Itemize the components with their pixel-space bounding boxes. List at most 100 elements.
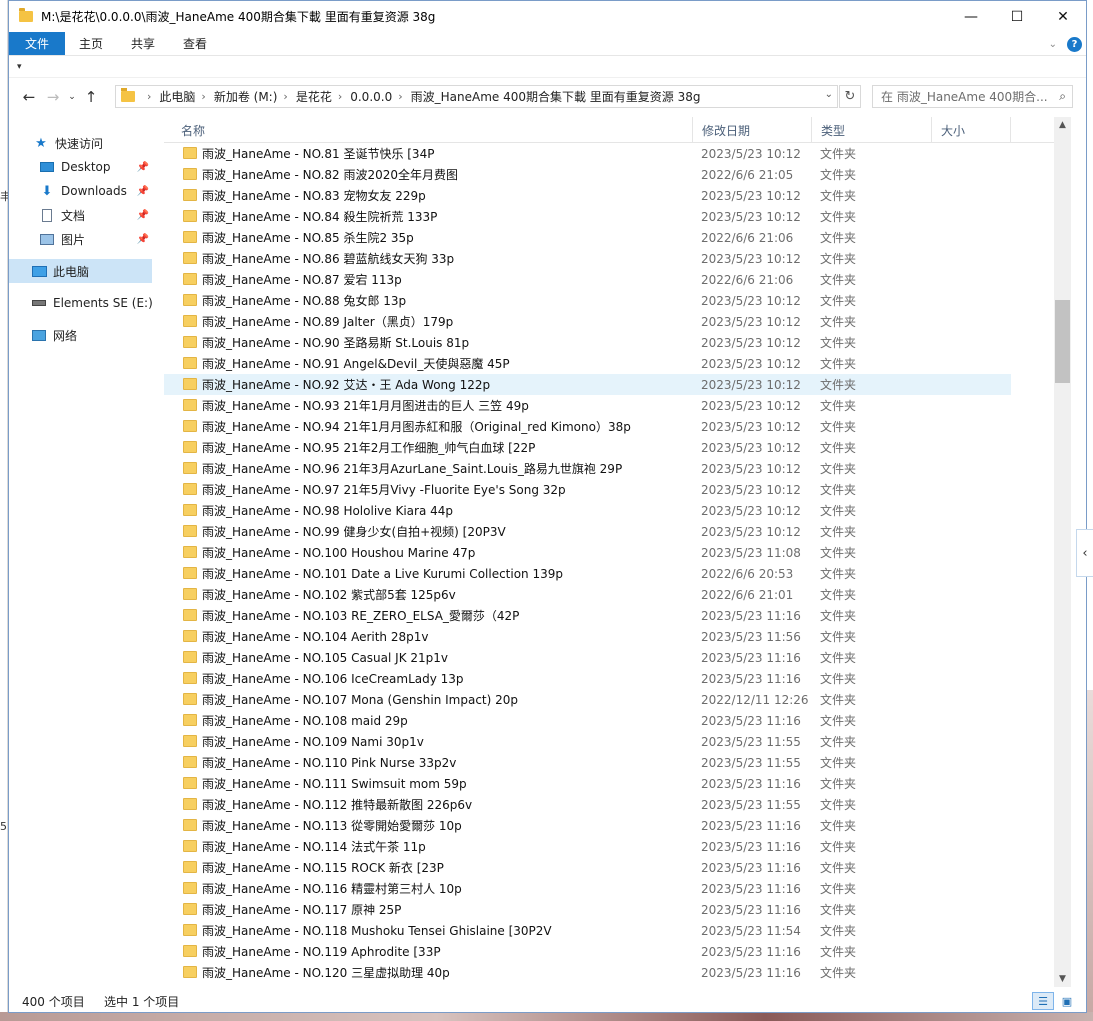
file-name[interactable]: 雨波_HaneAme - NO.100 Houshou Marine 47p: [202, 544, 475, 561]
table-row[interactable]: 雨波_HaneAme - NO.112 推特最新散图 226p6v 2023/5/…: [164, 794, 1054, 815]
file-name[interactable]: 雨波_HaneAme - NO.115 ROCK 新衣 [23P: [202, 859, 444, 876]
file-name[interactable]: 雨波_HaneAme - NO.85 杀生院2 35p: [202, 229, 414, 246]
breadcrumb-separator-icon[interactable]: ›: [398, 90, 402, 103]
pin-icon[interactable]: 📌: [137, 186, 149, 197]
table-row[interactable]: 雨波_HaneAme - NO.101 Date a Live Kurumi C…: [164, 563, 1054, 584]
table-row[interactable]: 雨波_HaneAme - NO.88 兔女郎 13p 2023/5/23 10:1…: [164, 290, 1054, 311]
file-name[interactable]: 雨波_HaneAme - NO.110 Pink Nurse 33p2v: [202, 754, 456, 771]
table-row[interactable]: 雨波_HaneAme - NO.117 原神 25P 2023/5/23 11:1…: [164, 899, 1054, 920]
table-row[interactable]: 雨波_HaneAme - NO.108 maid 29p 2023/5/23 11…: [164, 710, 1054, 731]
file-name[interactable]: 雨波_HaneAme - NO.108 maid 29p: [202, 712, 408, 729]
file-name[interactable]: 雨波_HaneAme - NO.83 宠物女友 229p: [202, 187, 426, 204]
table-row[interactable]: 雨波_HaneAme - NO.85 杀生院2 35p 2022/6/6 21:0…: [164, 227, 1054, 248]
nav-network[interactable]: 网络: [31, 323, 147, 347]
breadcrumb-separator-icon[interactable]: ›: [201, 90, 205, 103]
table-row[interactable]: 雨波_HaneAme - NO.109 Nami 30p1v 2023/5/23 …: [164, 731, 1054, 752]
file-name[interactable]: 雨波_HaneAme - NO.92 艾达・王 Ada Wong 122p: [202, 376, 490, 393]
file-name[interactable]: 雨波_HaneAme - NO.116 精靈村第三村人 10p: [202, 880, 462, 897]
expand-ribbon-chevron-icon[interactable]: ⌄: [1049, 39, 1057, 50]
address-dropdown-icon[interactable]: ⌄: [825, 89, 833, 100]
large-icons-view-icon[interactable]: ▣: [1056, 992, 1078, 1010]
tab-home[interactable]: 主页: [65, 32, 117, 55]
table-row[interactable]: 雨波_HaneAme - NO.118 Mushoku Tensei Ghisl…: [164, 920, 1054, 941]
minimize-button[interactable]: —: [948, 1, 994, 32]
file-name[interactable]: 雨波_HaneAme - NO.114 法式午茶 11p: [202, 838, 426, 855]
search-icon[interactable]: ⌕: [1059, 89, 1066, 104]
nav-pictures[interactable]: 图片 📌: [39, 227, 149, 251]
file-name[interactable]: 雨波_HaneAme - NO.99 健身少女(自拍+视频) [20P3V: [202, 523, 506, 540]
table-row[interactable]: 雨波_HaneAme - NO.107 Mona (Genshin Impact…: [164, 689, 1054, 710]
table-row[interactable]: 雨波_HaneAme - NO.114 法式午茶 11p 2023/5/23 11…: [164, 836, 1054, 857]
file-name[interactable]: 雨波_HaneAme - NO.103 RE_ZERO_ELSA_愛爾莎（42P: [202, 607, 519, 624]
file-name[interactable]: 雨波_HaneAme - NO.107 Mona (Genshin Impact…: [202, 691, 518, 708]
forward-arrow-icon[interactable]: →: [41, 85, 65, 109]
back-arrow-icon[interactable]: ←: [17, 85, 41, 109]
table-row[interactable]: 雨波_HaneAme - NO.86 碧蓝航线女天狗 33p 2023/5/23 …: [164, 248, 1054, 269]
table-row[interactable]: 雨波_HaneAme - NO.92 艾达・王 Ada Wong 122p 202…: [164, 374, 1011, 395]
file-name[interactable]: 雨波_HaneAme - NO.81 圣诞节快乐 [34P: [202, 145, 434, 162]
pin-icon[interactable]: 📌: [137, 210, 149, 221]
table-row[interactable]: 雨波_HaneAme - NO.93 21年1月月图进击的巨人 三笠 49p 20…: [164, 395, 1054, 416]
file-name[interactable]: 雨波_HaneAme - NO.104 Aerith 28p1v: [202, 628, 428, 645]
table-row[interactable]: 雨波_HaneAme - NO.111 Swimsuit mom 59p 2023…: [164, 773, 1054, 794]
close-button[interactable]: ✕: [1040, 1, 1086, 32]
column-header-date[interactable]: 修改日期: [693, 117, 812, 143]
nav-downloads[interactable]: ⬇ Downloads 📌: [39, 179, 149, 203]
column-header-name[interactable]: 名称: [172, 117, 693, 143]
table-row[interactable]: 雨波_HaneAme - NO.98 Hololive Kiara 44p 202…: [164, 500, 1054, 521]
file-name[interactable]: 雨波_HaneAme - NO.96 21年3月AzurLane_Saint.L…: [202, 460, 622, 477]
breadcrumb-separator-icon[interactable]: ›: [147, 90, 151, 103]
file-name[interactable]: 雨波_HaneAme - NO.109 Nami 30p1v: [202, 733, 424, 750]
vertical-scrollbar[interactable]: ▲ ▼: [1054, 117, 1071, 987]
nav-documents[interactable]: 文档 📌: [39, 203, 149, 227]
help-icon[interactable]: ?: [1067, 36, 1082, 52]
scroll-down-icon[interactable]: ▼: [1054, 971, 1071, 987]
table-row[interactable]: 雨波_HaneAme - NO.116 精靈村第三村人 10p 2023/5/23…: [164, 878, 1054, 899]
file-name[interactable]: 雨波_HaneAme - NO.95 21年2月工作细胞_帅气白血球 [22P: [202, 439, 535, 456]
breadcrumb-current-folder[interactable]: 雨波_HaneAme 400期合集下載 里面有重复资源 38g: [411, 88, 701, 105]
table-row[interactable]: 雨波_HaneAme - NO.120 三星虚拟助理 40p 2023/5/23 …: [164, 962, 1054, 983]
table-row[interactable]: 雨波_HaneAme - NO.110 Pink Nurse 33p2v 2023…: [164, 752, 1054, 773]
file-name[interactable]: 雨波_HaneAme - NO.90 圣路易斯 St.Louis 81p: [202, 334, 469, 351]
file-name[interactable]: 雨波_HaneAme - NO.112 推特最新散图 226p6v: [202, 796, 472, 813]
file-name[interactable]: 雨波_HaneAme - NO.91 Angel&Devil_天使與惡魔 45P: [202, 355, 510, 372]
breadcrumb-folder-1[interactable]: 是花花: [296, 88, 332, 105]
file-name[interactable]: 雨波_HaneAme - NO.117 原神 25P: [202, 901, 401, 918]
table-row[interactable]: 雨波_HaneAme - NO.89 Jalter（黑贞）179p 2023/5/…: [164, 311, 1054, 332]
breadcrumb-drive[interactable]: 新加卷 (M:): [214, 88, 278, 105]
scrollbar-thumb[interactable]: [1055, 300, 1070, 383]
pin-icon[interactable]: 📌: [137, 234, 149, 245]
file-name[interactable]: 雨波_HaneAme - NO.102 紫式部5套 125p6v: [202, 586, 456, 603]
file-name[interactable]: 雨波_HaneAme - NO.86 碧蓝航线女天狗 33p: [202, 250, 454, 267]
table-row[interactable]: 雨波_HaneAme - NO.83 宠物女友 229p 2023/5/23 10…: [164, 185, 1054, 206]
search-input[interactable]: [881, 89, 1049, 104]
nav-this-pc[interactable]: 此电脑: [9, 259, 152, 283]
tab-share[interactable]: 共享: [117, 32, 169, 55]
breadcrumb-folder-2[interactable]: 0.0.0.0: [350, 90, 392, 104]
maximize-button[interactable]: ☐: [994, 1, 1040, 32]
file-name[interactable]: 雨波_HaneAme - NO.98 Hololive Kiara 44p: [202, 502, 453, 519]
file-name[interactable]: 雨波_HaneAme - NO.89 Jalter（黑贞）179p: [202, 313, 453, 330]
preview-pane-toggle-icon[interactable]: ‹: [1076, 529, 1093, 577]
file-name[interactable]: 雨波_HaneAme - NO.101 Date a Live Kurumi C…: [202, 565, 563, 582]
customize-toolbar-dropdown-icon[interactable]: ▾: [17, 62, 22, 72]
column-header-type[interactable]: 类型: [812, 117, 932, 143]
table-row[interactable]: 雨波_HaneAme - NO.87 爱宕 113p 2022/6/6 21:06…: [164, 269, 1054, 290]
column-header-size[interactable]: 大小: [932, 117, 1011, 143]
table-row[interactable]: 雨波_HaneAme - NO.99 健身少女(自拍+视频) [20P3V 202…: [164, 521, 1054, 542]
tab-file[interactable]: 文件: [9, 32, 66, 55]
table-row[interactable]: 雨波_HaneAme - NO.102 紫式部5套 125p6v 2022/6/6…: [164, 584, 1054, 605]
table-row[interactable]: 雨波_HaneAme - NO.100 Houshou Marine 47p 20…: [164, 542, 1054, 563]
table-row[interactable]: 雨波_HaneAme - NO.81 圣诞节快乐 [34P 2023/5/23 1…: [164, 143, 1054, 164]
nav-quick-access[interactable]: ★ 快速访问: [33, 131, 149, 155]
table-row[interactable]: 雨波_HaneAme - NO.82 雨波2020全年月费图 2022/6/6 2…: [164, 164, 1054, 185]
file-name[interactable]: 雨波_HaneAme - NO.118 Mushoku Tensei Ghisl…: [202, 922, 552, 939]
file-name[interactable]: 雨波_HaneAme - NO.97 21年5月Vivy -Fluorite E…: [202, 481, 566, 498]
file-name[interactable]: 雨波_HaneAme - NO.94 21年1月月图赤紅和服（Original_…: [202, 418, 631, 435]
table-row[interactable]: 雨波_HaneAme - NO.90 圣路易斯 St.Louis 81p 2023…: [164, 332, 1054, 353]
file-name[interactable]: 雨波_HaneAme - NO.113 從零開始愛爾莎 10p: [202, 817, 462, 834]
details-view-icon[interactable]: ☰: [1032, 992, 1054, 1010]
file-name[interactable]: 雨波_HaneAme - NO.93 21年1月月图进击的巨人 三笠 49p: [202, 397, 529, 414]
refresh-icon[interactable]: ↻: [839, 85, 861, 108]
nav-drive-e[interactable]: Elements SE (E:): [31, 291, 153, 315]
